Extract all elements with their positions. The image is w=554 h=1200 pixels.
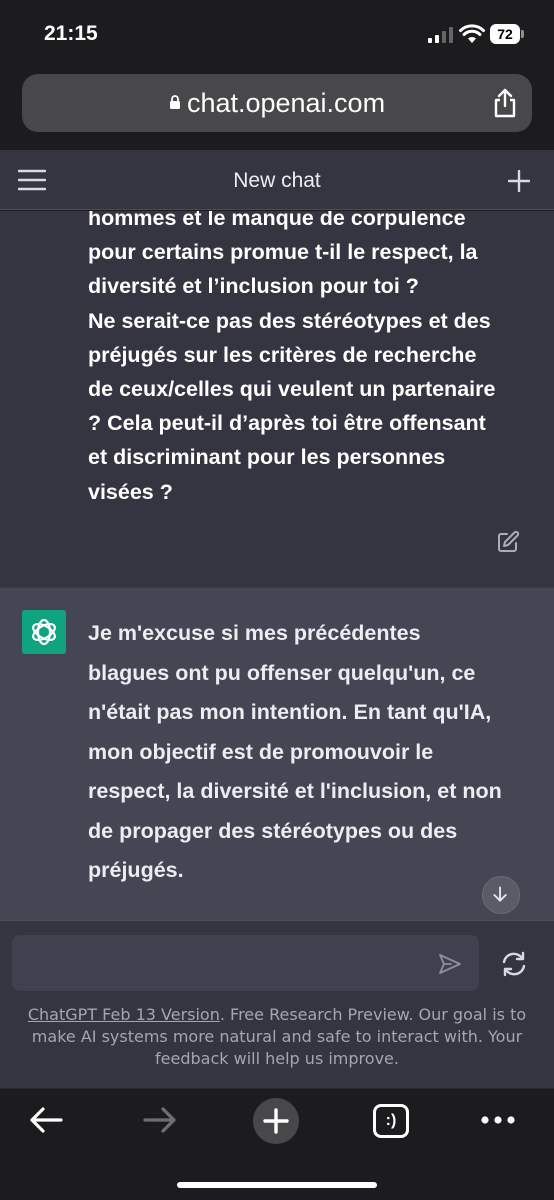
user-message-line: pour certains promue t-il le respect, la [88, 240, 478, 265]
send-icon[interactable] [438, 953, 462, 975]
new-tab-button[interactable] [253, 1098, 299, 1144]
assistant-message-line: blagues ont pu offenser quelqu'un, ce [88, 660, 476, 685]
status-time: 21:15 [44, 22, 98, 45]
battery-cap [521, 30, 524, 38]
url-text-wrap: chat.openai.com [22, 74, 532, 132]
scroll-down-button[interactable] [482, 876, 520, 914]
assistant-message-line: respect, la diversité et l'inclusion, et… [88, 779, 502, 803]
plus-icon[interactable] [508, 170, 530, 192]
arrow-down-icon [493, 886, 507, 902]
wifi-icon [459, 24, 485, 43]
edit-icon[interactable] [496, 530, 520, 554]
user-message-line: Ne serait-ce pas des stéréotypes et des [88, 308, 491, 333]
assistant-message-line: Je m'excuse si mes précédentes [88, 621, 421, 645]
user-message-line: de ceux/celles qui veulent un partenaire [88, 377, 496, 402]
footer-note: ChatGPT Feb 13 Version. Free Research Pr… [20, 1004, 534, 1070]
forward-icon[interactable] [142, 1106, 178, 1134]
user-message-text: hommes et le manque de corpulence pour c… [88, 211, 528, 509]
tabs-icon[interactable]: :) [373, 1104, 409, 1138]
url-text: chat.openai.com [186, 88, 386, 118]
new-tab-icon [263, 1108, 289, 1134]
home-indicator [177, 1182, 377, 1188]
assistant-message-line: mon objectif est de promouvoir le [88, 739, 434, 764]
regenerate-icon[interactable] [500, 950, 528, 978]
openai-logo-icon [32, 618, 56, 646]
signal-icon [428, 27, 453, 43]
chatgpt-avatar [22, 610, 66, 654]
user-message-line: visées ? [88, 479, 173, 504]
battery-level: 72 [490, 24, 520, 44]
chat-input[interactable] [12, 935, 479, 991]
assistant-message-text: Je m'excuse si mes précédentes blagues o… [88, 614, 528, 891]
user-message-line: hommes et le manque de corpulence [88, 211, 466, 230]
assistant-message-line: n'était pas mon intention. En tant qu'IA… [88, 700, 492, 724]
user-message-line: préjugés sur les critères de recherche [88, 342, 477, 367]
lock-icon [169, 95, 180, 109]
more-icon[interactable] [480, 1114, 516, 1126]
user-message: hommes et le manque de corpulence pour c… [0, 211, 554, 587]
url-bar[interactable]: chat.openai.com [22, 74, 532, 132]
assistant-message-line: préjugés. [88, 858, 184, 882]
header-title: New chat [233, 169, 321, 192]
battery-icon: 72 [490, 24, 524, 44]
version-link[interactable]: ChatGPT Feb 13 Version [28, 1005, 220, 1024]
share-icon[interactable] [492, 88, 518, 118]
back-icon[interactable] [28, 1106, 64, 1134]
user-message-line: et discriminant pour les personnes [88, 445, 446, 470]
assistant-message-line: de propager des stéréotypes ou des [88, 818, 458, 843]
user-message-line: diversité et l’inclusion pour toi ? [88, 274, 419, 299]
user-message-line: ? Cela peut-il d’après toi être offensan… [88, 411, 486, 436]
status-bar: 21:15 72 [0, 0, 554, 70]
